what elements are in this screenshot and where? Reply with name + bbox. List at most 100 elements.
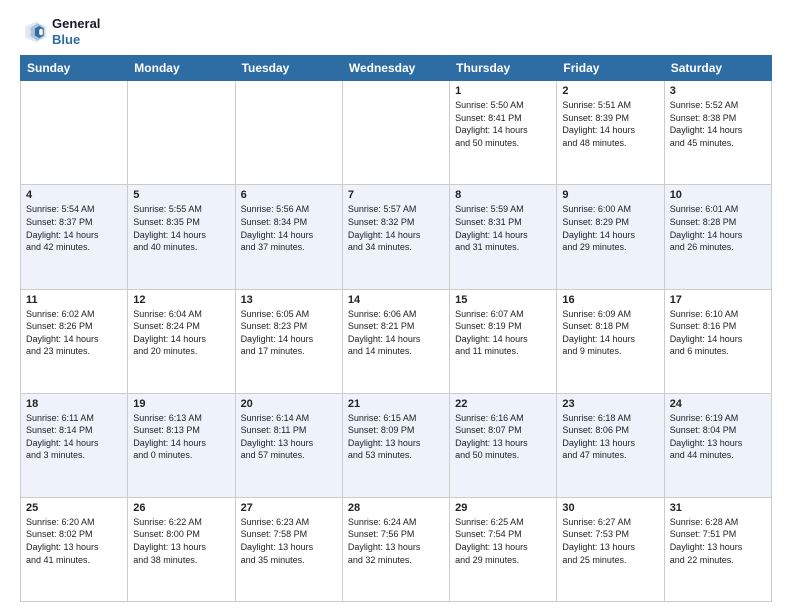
weekday-header-sunday: Sunday: [21, 56, 128, 81]
day-number: 3: [670, 85, 766, 97]
day-number: 7: [348, 189, 444, 201]
weekday-header-friday: Friday: [557, 56, 664, 81]
day-info: Sunrise: 6:10 AM Sunset: 8:16 PM Dayligh…: [670, 308, 766, 358]
day-info: Sunrise: 6:05 AM Sunset: 8:23 PM Dayligh…: [241, 308, 337, 358]
calendar-week-row: 1 Sunrise: 5:50 AM Sunset: 8:41 PM Daylig…: [21, 81, 772, 185]
day-number: 31: [670, 502, 766, 514]
day-number: 27: [241, 502, 337, 514]
calendar-cell: 28Sunrise: 6:24 AM Sunset: 7:56 PM Dayli…: [342, 497, 449, 601]
day-info: Sunrise: 5:51 AM Sunset: 8:39 PM Dayligh…: [562, 99, 658, 149]
calendar-cell: 7 Sunrise: 5:57 AM Sunset: 8:32 PM Daylig…: [342, 185, 449, 289]
calendar-week-row: 11 Sunrise: 6:02 AM Sunset: 8:26 PM Dayli…: [21, 289, 772, 393]
calendar-cell: 13 Sunrise: 6:05 AM Sunset: 8:23 PM Dayli…: [235, 289, 342, 393]
day-info: Sunrise: 5:59 AM Sunset: 8:31 PM Dayligh…: [455, 203, 551, 253]
day-number: 2: [562, 85, 658, 97]
day-number: 13: [241, 294, 337, 306]
day-number: 14: [348, 294, 444, 306]
day-number: 6: [241, 189, 337, 201]
calendar-cell: 10 Sunrise: 6:01 AM Sunset: 8:28 PM Dayli…: [664, 185, 771, 289]
day-number: 17: [670, 294, 766, 306]
day-number: 29: [455, 502, 551, 514]
day-number: 19: [133, 398, 229, 410]
calendar-cell: 31 Sunrise: 6:28 AM Sunset: 7:51 PM Dayli…: [664, 497, 771, 601]
day-info: Sunrise: 6:14 AM Sunset: 8:11 PM Dayligh…: [241, 412, 337, 462]
day-info: Sunrise: 6:22 AM Sunset: 8:00 PM Dayligh…: [133, 516, 229, 566]
day-info: Sunrise: 5:50 AM Sunset: 8:41 PM Dayligh…: [455, 99, 551, 149]
calendar-cell: 5 Sunrise: 5:55 AM Sunset: 8:35 PM Daylig…: [128, 185, 235, 289]
day-number: 24: [670, 398, 766, 410]
header: General Blue: [20, 16, 772, 47]
day-info: Sunrise: 6:15 AM Sunset: 8:09 PM Dayligh…: [348, 412, 444, 462]
calendar-header-row: SundayMondayTuesdayWednesdayThursdayFrid…: [21, 56, 772, 81]
calendar-cell: 12Sunrise: 6:04 AM Sunset: 8:24 PM Dayli…: [128, 289, 235, 393]
day-info: Sunrise: 6:02 AM Sunset: 8:26 PM Dayligh…: [26, 308, 122, 358]
calendar-cell: 26Sunrise: 6:22 AM Sunset: 8:00 PM Dayli…: [128, 497, 235, 601]
day-info: Sunrise: 6:00 AM Sunset: 8:29 PM Dayligh…: [562, 203, 658, 253]
day-info: Sunrise: 5:56 AM Sunset: 8:34 PM Dayligh…: [241, 203, 337, 253]
day-number: 5: [133, 189, 229, 201]
day-info: Sunrise: 5:52 AM Sunset: 8:38 PM Dayligh…: [670, 99, 766, 149]
calendar-cell: 23Sunrise: 6:18 AM Sunset: 8:06 PM Dayli…: [557, 393, 664, 497]
day-number: 16: [562, 294, 658, 306]
day-number: 22: [455, 398, 551, 410]
calendar-cell: [342, 81, 449, 185]
day-info: Sunrise: 6:27 AM Sunset: 7:53 PM Dayligh…: [562, 516, 658, 566]
calendar-cell: 15 Sunrise: 6:07 AM Sunset: 8:19 PM Dayli…: [450, 289, 557, 393]
calendar-cell: 18 Sunrise: 6:11 AM Sunset: 8:14 PM Dayli…: [21, 393, 128, 497]
weekday-header-saturday: Saturday: [664, 56, 771, 81]
day-info: Sunrise: 6:09 AM Sunset: 8:18 PM Dayligh…: [562, 308, 658, 358]
calendar-cell: 25Sunrise: 6:20 AM Sunset: 8:02 PM Dayli…: [21, 497, 128, 601]
day-info: Sunrise: 6:01 AM Sunset: 8:28 PM Dayligh…: [670, 203, 766, 253]
calendar-cell: 14 Sunrise: 6:06 AM Sunset: 8:21 PM Dayli…: [342, 289, 449, 393]
calendar-cell: 17 Sunrise: 6:10 AM Sunset: 8:16 PM Dayli…: [664, 289, 771, 393]
day-number: 8: [455, 189, 551, 201]
day-number: 20: [241, 398, 337, 410]
day-info: Sunrise: 6:23 AM Sunset: 7:58 PM Dayligh…: [241, 516, 337, 566]
day-info: Sunrise: 6:11 AM Sunset: 8:14 PM Dayligh…: [26, 412, 122, 462]
day-info: Sunrise: 6:25 AM Sunset: 7:54 PM Dayligh…: [455, 516, 551, 566]
weekday-header-wednesday: Wednesday: [342, 56, 449, 81]
day-info: Sunrise: 6:19 AM Sunset: 8:04 PM Dayligh…: [670, 412, 766, 462]
calendar-cell: 16 Sunrise: 6:09 AM Sunset: 8:18 PM Dayli…: [557, 289, 664, 393]
calendar-cell: [235, 81, 342, 185]
day-info: Sunrise: 5:54 AM Sunset: 8:37 PM Dayligh…: [26, 203, 122, 253]
logo-text: General Blue: [52, 16, 100, 47]
calendar-cell: 20 Sunrise: 6:14 AM Sunset: 8:11 PM Dayli…: [235, 393, 342, 497]
day-number: 4: [26, 189, 122, 201]
logo-icon: [20, 18, 48, 46]
weekday-header-monday: Monday: [128, 56, 235, 81]
calendar-cell: 30 Sunrise: 6:27 AM Sunset: 7:53 PM Dayli…: [557, 497, 664, 601]
calendar-cell: 21 Sunrise: 6:15 AM Sunset: 8:09 PM Dayli…: [342, 393, 449, 497]
page: General Blue SundayMondayTuesdayWednesda…: [0, 0, 792, 612]
day-number: 12: [133, 294, 229, 306]
calendar-cell: 3 Sunrise: 5:52 AM Sunset: 8:38 PM Daylig…: [664, 81, 771, 185]
day-info: Sunrise: 6:24 AM Sunset: 7:56 PM Dayligh…: [348, 516, 444, 566]
day-number: 11: [26, 294, 122, 306]
day-info: Sunrise: 6:28 AM Sunset: 7:51 PM Dayligh…: [670, 516, 766, 566]
calendar-cell: 19 Sunrise: 6:13 AM Sunset: 8:13 PM Dayli…: [128, 393, 235, 497]
calendar-cell: 2 Sunrise: 5:51 AM Sunset: 8:39 PM Daylig…: [557, 81, 664, 185]
calendar-week-row: 4 Sunrise: 5:54 AM Sunset: 8:37 PM Daylig…: [21, 185, 772, 289]
day-info: Sunrise: 5:55 AM Sunset: 8:35 PM Dayligh…: [133, 203, 229, 253]
day-number: 10: [670, 189, 766, 201]
calendar-cell: 22Sunrise: 6:16 AM Sunset: 8:07 PM Dayli…: [450, 393, 557, 497]
day-info: Sunrise: 6:06 AM Sunset: 8:21 PM Dayligh…: [348, 308, 444, 358]
day-info: Sunrise: 6:07 AM Sunset: 8:19 PM Dayligh…: [455, 308, 551, 358]
day-info: Sunrise: 5:57 AM Sunset: 8:32 PM Dayligh…: [348, 203, 444, 253]
day-number: 9: [562, 189, 658, 201]
calendar-cell: [21, 81, 128, 185]
calendar-cell: 1 Sunrise: 5:50 AM Sunset: 8:41 PM Daylig…: [450, 81, 557, 185]
calendar-cell: [128, 81, 235, 185]
calendar-cell: 6 Sunrise: 5:56 AM Sunset: 8:34 PM Daylig…: [235, 185, 342, 289]
calendar-cell: 9 Sunrise: 6:00 AM Sunset: 8:29 PM Daylig…: [557, 185, 664, 289]
calendar-cell: 29 Sunrise: 6:25 AM Sunset: 7:54 PM Dayli…: [450, 497, 557, 601]
calendar-cell: 24 Sunrise: 6:19 AM Sunset: 8:04 PM Dayli…: [664, 393, 771, 497]
day-number: 1: [455, 85, 551, 97]
day-info: Sunrise: 6:13 AM Sunset: 8:13 PM Dayligh…: [133, 412, 229, 462]
day-number: 21: [348, 398, 444, 410]
day-number: 30: [562, 502, 658, 514]
day-number: 15: [455, 294, 551, 306]
calendar-cell: 27 Sunrise: 6:23 AM Sunset: 7:58 PM Dayli…: [235, 497, 342, 601]
day-number: 18: [26, 398, 122, 410]
calendar-cell: 4 Sunrise: 5:54 AM Sunset: 8:37 PM Daylig…: [21, 185, 128, 289]
